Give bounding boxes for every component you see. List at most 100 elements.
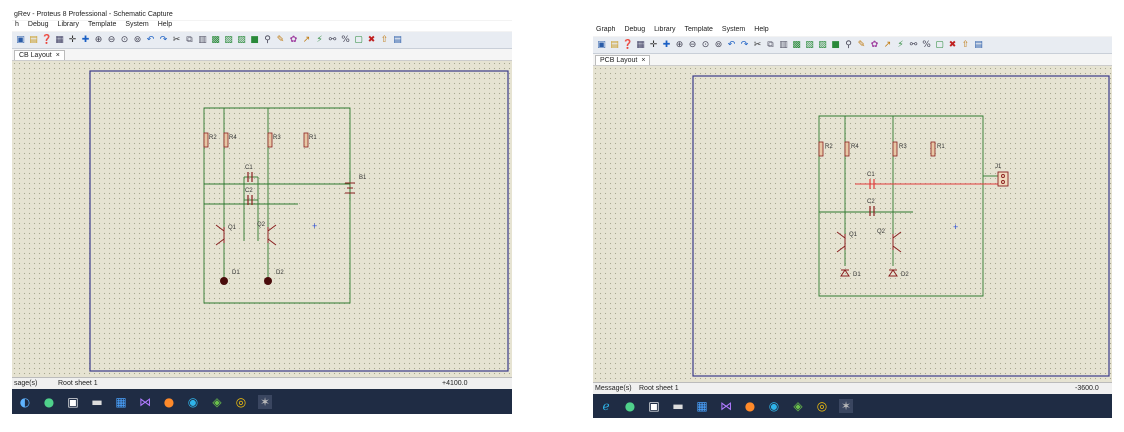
start-icon[interactable]: ◐: [18, 395, 32, 409]
menu-debug[interactable]: Debug: [28, 21, 49, 28]
menu-graph[interactable]: h: [15, 21, 19, 28]
pick-device-icon[interactable]: ⚲: [262, 35, 273, 46]
zoom-area-icon[interactable]: ⊚: [713, 40, 724, 51]
packaging-icon[interactable]: ✿: [869, 40, 880, 51]
block-rotate-icon[interactable]: ▨: [236, 35, 247, 46]
pcb-app-icon[interactable]: ✶: [839, 399, 853, 413]
new-sheet-icon[interactable]: ▢: [934, 40, 945, 51]
help-icon[interactable]: ❓: [622, 40, 633, 51]
firefox-icon[interactable]: ●: [743, 399, 757, 413]
menu-system[interactable]: System: [722, 26, 745, 33]
explorer-icon[interactable]: ▬: [671, 399, 685, 413]
grid-icon[interactable]: ▦: [54, 35, 65, 46]
terminal-icon[interactable]: ▦: [695, 399, 709, 413]
redo-icon[interactable]: ↷: [158, 35, 169, 46]
pcb-app-icon[interactable]: ✶: [258, 394, 272, 409]
origin-icon[interactable]: ✛: [648, 40, 659, 51]
zoom-out-icon[interactable]: ⊖: [687, 40, 698, 51]
pick-device-icon[interactable]: ⚲: [843, 40, 854, 51]
open-file-icon[interactable]: ▤: [28, 35, 39, 46]
redo-icon[interactable]: ↷: [739, 40, 750, 51]
zoom-in-icon[interactable]: ⊕: [674, 40, 685, 51]
grid-icon[interactable]: ▦: [635, 40, 646, 51]
menu-system[interactable]: System: [125, 21, 148, 28]
menu-debug[interactable]: Debug: [624, 26, 645, 33]
menu-template[interactable]: Template: [685, 26, 713, 33]
block-delete-icon[interactable]: ■: [830, 40, 841, 51]
editing-canvas[interactable]: + R2 R4 R3 R1 C1 C2 Q1 Q2 D1 D2 J1: [593, 66, 1112, 382]
bom-icon[interactable]: ▤: [973, 40, 984, 51]
menu-library[interactable]: Library: [58, 21, 79, 28]
firefox-icon[interactable]: ●: [162, 395, 176, 409]
undo-icon[interactable]: ↶: [726, 40, 737, 51]
search-icon[interactable]: ⚯: [908, 40, 919, 51]
exit-sheet-icon[interactable]: ⇧: [960, 40, 971, 51]
editing-canvas[interactable]: + R2 R4 R3 R1 C1 C2 Q1 Q2 D1 D2 B1: [12, 61, 512, 377]
decompose-icon[interactable]: ↗: [882, 40, 893, 51]
chrome-icon[interactable]: ◎: [815, 399, 829, 413]
block-move-icon[interactable]: ▧: [223, 35, 234, 46]
visual-studio-icon[interactable]: ⋈: [719, 399, 733, 413]
help-icon[interactable]: ❓: [41, 35, 52, 46]
store-icon[interactable]: ▣: [647, 399, 661, 413]
menu-graph[interactable]: Graph: [596, 26, 615, 33]
chrome-icon[interactable]: ◎: [234, 395, 248, 409]
new-file-icon[interactable]: ▣: [15, 35, 26, 46]
cut-icon[interactable]: ✂: [752, 40, 763, 51]
zoom-out-icon[interactable]: ⊖: [106, 35, 117, 46]
origin-icon[interactable]: ✛: [67, 35, 78, 46]
tab-pcb-layout[interactable]: PCB Layout ×: [595, 55, 651, 65]
pan-icon[interactable]: ✚: [661, 40, 672, 51]
property-tool-icon[interactable]: %: [340, 35, 351, 46]
edge-icon[interactable]: ◉: [767, 399, 781, 413]
close-icon[interactable]: ×: [56, 52, 60, 59]
copy-icon[interactable]: ⧉: [184, 35, 195, 46]
pan-icon[interactable]: ✚: [80, 35, 91, 46]
menu-help[interactable]: Help: [754, 26, 768, 33]
terminal-icon[interactable]: ▦: [114, 395, 128, 409]
copy-icon[interactable]: ⧉: [765, 40, 776, 51]
menu-help[interactable]: Help: [158, 21, 172, 28]
messages-count[interactable]: Message(s): [595, 385, 632, 392]
block-rotate-icon[interactable]: ▨: [817, 40, 828, 51]
paste-icon[interactable]: ▥: [197, 35, 208, 46]
search-icon[interactable]: ⚯: [327, 35, 338, 46]
remove-sheet-icon[interactable]: ✖: [366, 35, 377, 46]
open-file-icon[interactable]: ▤: [609, 40, 620, 51]
proteus-icon[interactable]: ◈: [791, 399, 805, 413]
new-file-icon[interactable]: ▣: [596, 40, 607, 51]
block-copy-icon[interactable]: ▩: [210, 35, 221, 46]
menu-library[interactable]: Library: [654, 26, 675, 33]
decompose-icon[interactable]: ↗: [301, 35, 312, 46]
proteus-icon[interactable]: ◈: [210, 395, 224, 409]
zoom-area-icon[interactable]: ⊚: [132, 35, 143, 46]
menu-template[interactable]: Template: [88, 21, 116, 28]
make-device-icon[interactable]: ✎: [856, 40, 867, 51]
tab-pcb-layout[interactable]: CB Layout ×: [14, 50, 65, 60]
property-tool-icon[interactable]: %: [921, 40, 932, 51]
exit-sheet-icon[interactable]: ⇧: [379, 35, 390, 46]
new-sheet-icon[interactable]: ▢: [353, 35, 364, 46]
packaging-icon[interactable]: ✿: [288, 35, 299, 46]
edge-icon[interactable]: ◉: [186, 395, 200, 409]
wire-autorouter-icon[interactable]: ⚡: [895, 40, 906, 51]
chat-icon[interactable]: ●: [623, 399, 637, 413]
remove-sheet-icon[interactable]: ✖: [947, 40, 958, 51]
undo-icon[interactable]: ↶: [145, 35, 156, 46]
zoom-all-icon[interactable]: ⊙: [119, 35, 130, 46]
edge-icon[interactable]: ℯ: [599, 399, 613, 413]
chat-icon[interactable]: ●: [42, 395, 56, 409]
close-icon[interactable]: ×: [641, 57, 645, 64]
store-icon[interactable]: ▣: [66, 395, 80, 409]
cut-icon[interactable]: ✂: [171, 35, 182, 46]
messages-count[interactable]: sage(s): [14, 380, 37, 387]
block-copy-icon[interactable]: ▩: [791, 40, 802, 51]
explorer-icon[interactable]: ▬: [90, 395, 104, 409]
block-move-icon[interactable]: ▧: [804, 40, 815, 51]
zoom-all-icon[interactable]: ⊙: [700, 40, 711, 51]
zoom-in-icon[interactable]: ⊕: [93, 35, 104, 46]
wire-autorouter-icon[interactable]: ⚡: [314, 35, 325, 46]
bom-icon[interactable]: ▤: [392, 35, 403, 46]
make-device-icon[interactable]: ✎: [275, 35, 286, 46]
visual-studio-icon[interactable]: ⋈: [138, 395, 152, 409]
